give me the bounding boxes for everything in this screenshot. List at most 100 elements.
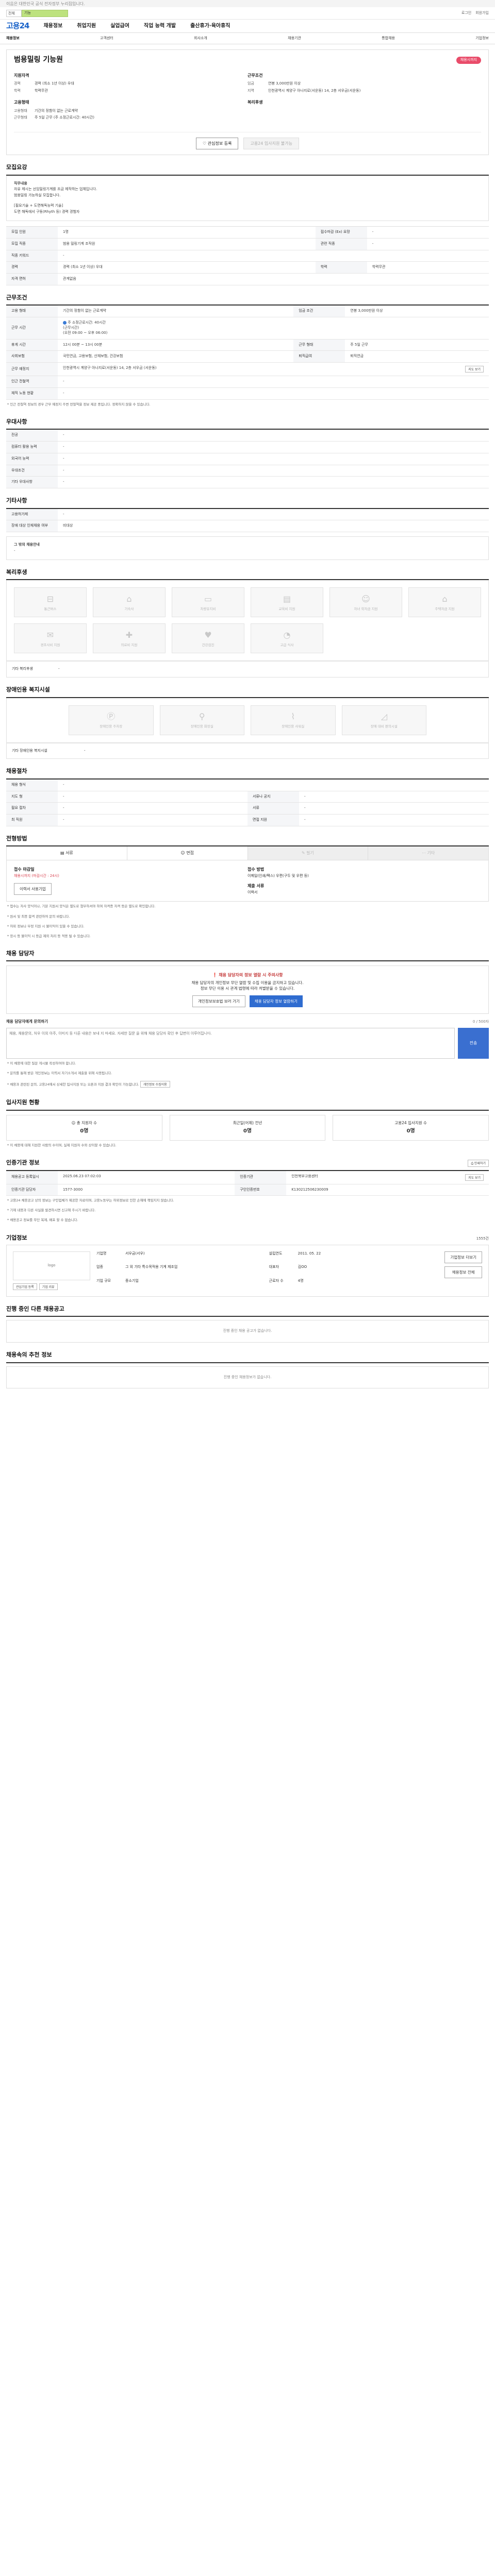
cell-key: 면접 지원 — [248, 814, 299, 826]
subnav-item[interactable]: 기업정보 — [475, 36, 489, 41]
gnb-unemployment-benefit[interactable]: 실업급여 — [110, 23, 129, 30]
gnb-jobs[interactable]: 채용정보 — [43, 23, 62, 30]
recruit-table: 모집 인원 1명 접수마감 (Ex) 요망 - 모집 직종 범용 밀링기계 조작원 관련 … — [6, 226, 489, 285]
cell-value: 중소기업 — [125, 1278, 139, 1283]
subnav-item[interactable]: 고객센터 — [100, 36, 113, 41]
logo[interactable]: 고용24 — [6, 21, 29, 31]
cell-value: 인천북부고용센터 지도 보기 — [286, 1171, 489, 1184]
search-bar: 전체 기능 — [6, 9, 68, 17]
welfare-tile: ♥ 건강검진 — [172, 623, 244, 654]
manager-note: * 채용과 관련된 문의, 고용24에서 상세한 입사지원 또는 오픈과 지원 … — [6, 1078, 489, 1090]
tab-document[interactable]: ▤ 서류 — [7, 846, 127, 860]
deadline-heading: 접수 마감일 — [14, 867, 35, 872]
cell-key: 외국어 능력 — [6, 453, 58, 465]
warning-icon: ❗ — [212, 973, 219, 978]
cell-key: 고용허가제 — [6, 509, 58, 521]
section-title: 채용속의 추천 정보 — [6, 1351, 489, 1363]
cell-key: 기타 우대사항 — [6, 476, 58, 489]
cell-value: - — [299, 802, 489, 815]
cell-key: 기타 장애인용 복지시설 — [12, 748, 47, 753]
method-heading: 접수 방법 — [248, 867, 265, 872]
login-link[interactable]: 로그인 — [461, 11, 471, 16]
subnav-item[interactable]: 채용기관 — [288, 36, 301, 41]
deadline-value: 채용시까지 (마감시간 : 24시) — [14, 873, 59, 878]
kv-value: 기간의 정함이 없는 근로계약 — [35, 108, 78, 113]
tab-interview[interactable]: ☺ 면접 — [127, 846, 248, 860]
company-review-button[interactable]: 기업 리뷰 — [39, 1283, 58, 1290]
search-select[interactable]: 전체 — [6, 9, 22, 17]
cell-value: - — [58, 476, 489, 489]
subnav-item[interactable]: 회사소개 — [194, 36, 207, 41]
gnb-training[interactable]: 직업 능력 개발 — [144, 23, 176, 30]
cell-value: 2011. 05. 22 — [298, 1251, 321, 1256]
kv-value: 연봉 3,000만원 이상 — [268, 81, 301, 86]
qa-send-button[interactable]: 전송 — [458, 1027, 489, 1059]
cell-key: 접수마감 (Ex) 요망 — [315, 226, 367, 239]
qa-box: 전송 — [6, 1027, 489, 1059]
util-links: 로그인 회원가입 — [461, 11, 489, 16]
section-title: 입사지원 현황 — [6, 1098, 489, 1111]
apply-tabs: ▤ 서류 ☺ 면접 ✎ 필기 ⋯ 기타 — [6, 846, 489, 860]
map-button[interactable]: 지도 보기 — [465, 366, 484, 373]
company-more-button[interactable]: 기업정보 더보기 — [444, 1251, 482, 1263]
subnav-item[interactable]: 통합채용 — [382, 36, 395, 41]
privacy-law-button[interactable]: 개인정보보호법 보러 가기 — [192, 995, 245, 1008]
tab-other[interactable]: ⋯ 기타 — [368, 846, 488, 860]
resume-button[interactable]: 이력서 사용기업 — [14, 883, 52, 895]
gnb-leave[interactable]: 출산휴가·육아휴직 — [190, 23, 230, 30]
cell-key: 근로자 수 — [269, 1278, 284, 1283]
alert-heading: ❗ 채용 담당자의 정보 열람 시 주의사항 — [212, 973, 283, 978]
cell-key: 근무 시간 — [6, 317, 58, 340]
people-icon: ☺ — [180, 851, 187, 856]
apply-button[interactable]: 고용24 입사지원 불가능 — [243, 138, 299, 150]
child-icon: ☺ — [361, 594, 370, 604]
cell-value: 경력 (최소 1년 이상) 우대 — [58, 261, 316, 274]
heart-icon: ♡ — [203, 141, 208, 146]
cell-value: 인천광역시 계양구 아나지로(서운동) 14, 2층 서우금 (서운동) 지도 보… — [58, 362, 489, 377]
qa-input[interactable] — [6, 1027, 455, 1059]
cell-value: 연봉 3,000만원 이상 — [345, 306, 489, 318]
cell-key: 필요 절차 — [6, 802, 58, 815]
cell-key: 장애 대상 인재채용 여부 — [6, 520, 58, 533]
signup-link[interactable]: 회원가입 — [475, 11, 489, 16]
tab-written[interactable]: ✎ 필기 — [248, 846, 369, 860]
medical-icon: ✚ — [125, 630, 133, 640]
print-button[interactable]: ⎙ 인쇄하기 — [468, 1159, 489, 1167]
stats-grid: ☺ 총 지원자 수 0명 최근일(어제) 전년 0명 고용24 입사지원 수 0명 — [6, 1114, 489, 1141]
shower-icon: ⌇ — [291, 711, 295, 721]
save-interest-label: 관심정보 등록 — [207, 141, 232, 146]
cell-value: 국민연금, 고용보험, 산재보험, 건강보험 — [58, 350, 294, 363]
welfare-tile: ✚ 의료비 지원 — [93, 623, 166, 654]
cell-key: 설립연도 — [269, 1251, 283, 1256]
employment-type-heading: 고용형태 — [14, 100, 29, 105]
cell-key: 사회보험 — [6, 350, 58, 363]
hours-line: (오전 09:00 ~ 오후 06:00) — [63, 330, 108, 335]
agency-map-button[interactable]: 지도 보기 — [465, 1174, 484, 1181]
kv-value: 학력무관 — [35, 88, 48, 93]
house-icon: ⌂ — [126, 594, 132, 604]
privacy-consent-button[interactable]: 개인정보 수집이용 — [140, 1081, 170, 1088]
job-summary-card: 범용밀링 기능원 채용시까지 지원자격 경력 경력 (최소 1년 이상) 우대 학… — [6, 49, 489, 156]
cell-value: - — [58, 465, 489, 477]
cell-key: 인증기관 — [235, 1171, 287, 1184]
apply-note: * 원서 및 최종 합격 관련하여 문의 바랍니다. — [7, 914, 70, 919]
desc-line: [필요기술 + 도면해독능력 기술] — [14, 204, 63, 208]
desc-line: 자유 제시는 선임밀링기계를 조금 제작하는 업체입니다. — [14, 187, 97, 192]
view-manager-button[interactable]: 채용 담당자 정보 열람하기 — [249, 995, 303, 1008]
kv-key: 학력 — [14, 88, 21, 93]
kv-key: 지역 — [248, 88, 254, 93]
job-title: 범용밀링 기능원 — [14, 56, 63, 64]
cell-key: 관련 직종 — [315, 238, 367, 250]
follow-company-button[interactable]: 관심기업 등록 — [13, 1283, 37, 1290]
subnav-item[interactable]: 채용정보 — [6, 36, 20, 41]
search-input[interactable]: 기능 — [22, 9, 68, 17]
barrier-tile: ◿ 장애 대비 편의시설 — [341, 705, 426, 735]
cell-value: 학력무관 — [367, 261, 489, 274]
company-jobs-button[interactable]: 채용정보 전체 — [444, 1266, 482, 1278]
cell-key: 기업 규모 — [96, 1278, 111, 1283]
save-interest-button[interactable]: ♡ 관심정보 등록 — [196, 138, 239, 150]
cell-key: 최 직원 — [6, 814, 58, 826]
gnb-employment-support[interactable]: 취업지원 — [77, 23, 96, 30]
cell-value: - — [367, 238, 489, 250]
info-icon — [63, 320, 67, 325]
